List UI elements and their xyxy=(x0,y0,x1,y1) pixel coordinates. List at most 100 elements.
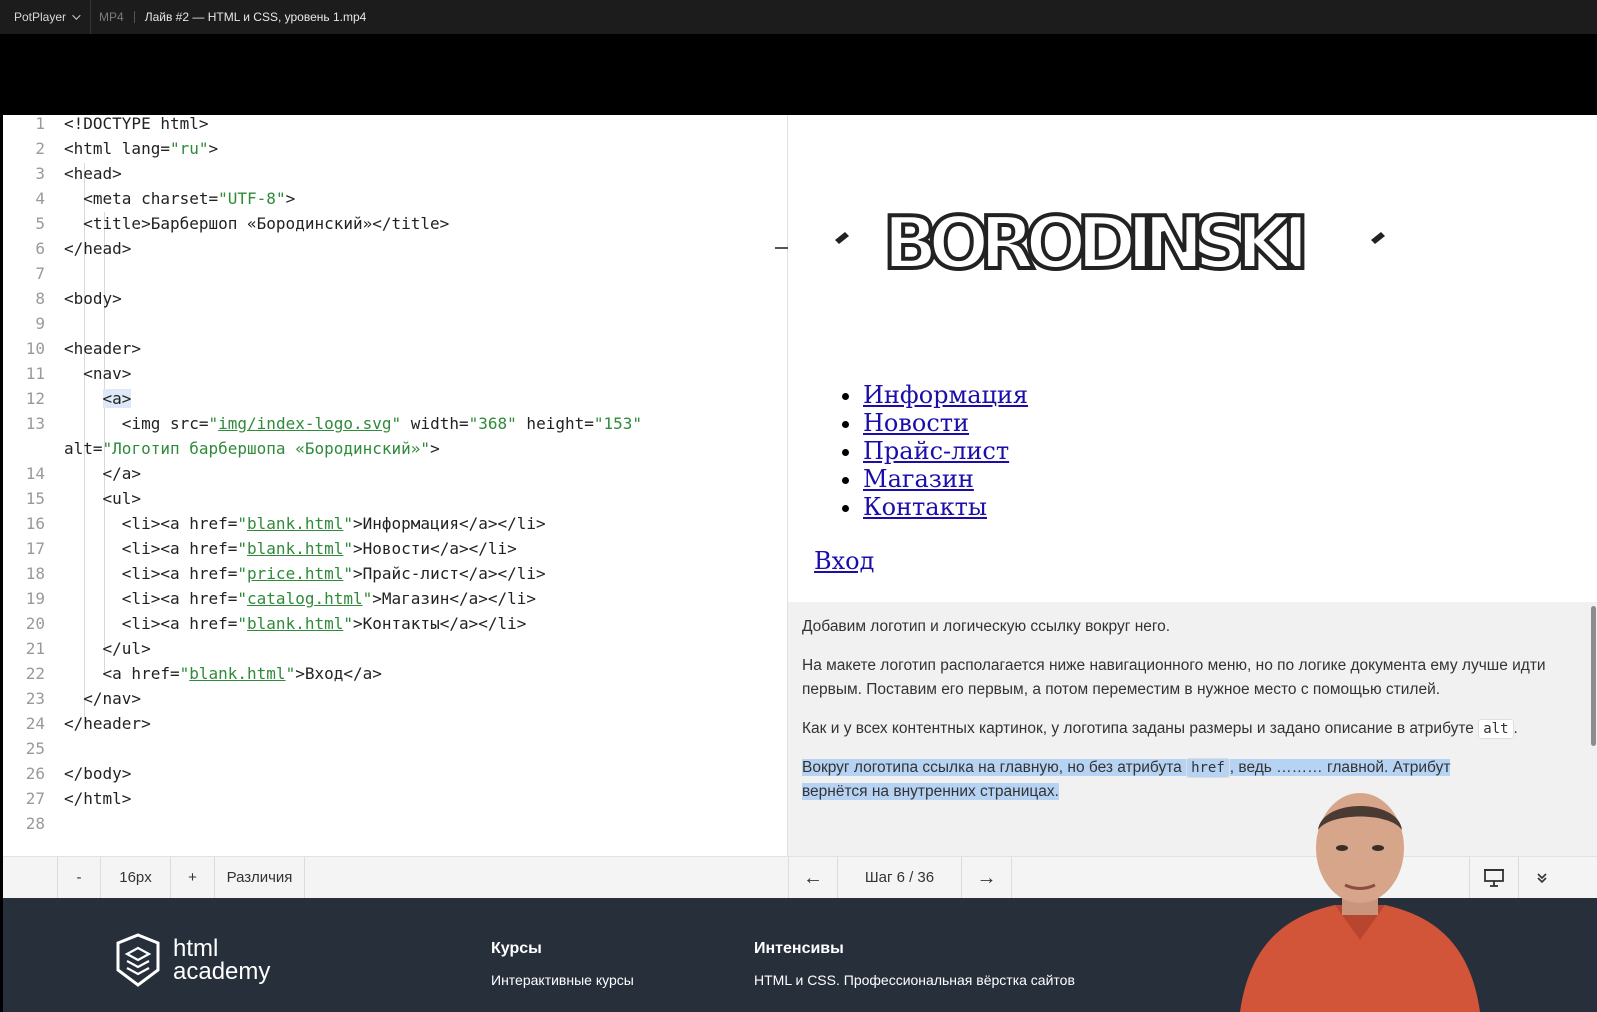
logo-line: html xyxy=(173,935,219,962)
line-number: 11 xyxy=(25,364,45,383)
next-step-button[interactable]: → xyxy=(962,857,1012,899)
instruction-text: На макете логотип располагается ниже нав… xyxy=(802,657,1546,698)
instructions-scrollbar[interactable] xyxy=(1591,606,1596,746)
prev-step-button[interactable]: ← xyxy=(788,857,838,899)
code-text: </nav> xyxy=(64,689,142,708)
footer-heading: Курсы xyxy=(491,940,542,957)
code-text: <body> xyxy=(64,289,122,308)
chevron-down-icon xyxy=(72,11,81,20)
instruction-text: Как и у всех контентных картинок, у лого… xyxy=(802,717,1552,741)
line-number: 18 xyxy=(25,564,45,583)
presenter-webcam-image xyxy=(1240,793,1480,1012)
line-number: 7 xyxy=(35,264,45,283)
font-increase-button[interactable]: + xyxy=(171,857,215,899)
code-chip-alt: alt xyxy=(1478,719,1514,739)
code-text: </html> xyxy=(64,789,132,808)
code-text: <a href="blank.html">Вход</a> xyxy=(64,664,382,683)
line-number: 14 xyxy=(25,464,45,483)
app-name: PotPlayer xyxy=(14,10,67,24)
code-text: <title>Барбершоп «Бородинский»</title> xyxy=(64,214,450,233)
step-counter: Шаг 6 / 36 xyxy=(838,857,962,899)
line-number: 20 xyxy=(25,614,45,633)
logo-lettering: BORODINSKI xyxy=(883,203,1323,283)
line-number: 21 xyxy=(25,639,45,658)
line-number: 4 xyxy=(35,189,45,208)
login-link[interactable]: Вход xyxy=(814,547,874,575)
code-text: </header> xyxy=(64,714,151,733)
code-text: <li><a href="blank.html">Контакты</a></l… xyxy=(64,614,527,633)
line-number: 28 xyxy=(25,814,45,833)
preview-nav-list: Информация Новости Прайс-лист Магазин Ко… xyxy=(843,381,1028,521)
collapse-down-icon[interactable] xyxy=(1519,857,1565,899)
app-menu-button[interactable]: PotPlayer xyxy=(0,0,92,34)
code-text: </a> xyxy=(64,464,142,483)
line-number: 12 xyxy=(25,389,45,408)
code-text: <li><a href="price.html">Прайс-лист</a><… xyxy=(64,564,546,583)
code-text: <header> xyxy=(64,339,142,358)
selected-fragment: вернётся на внутренних страницах. xyxy=(802,783,1059,800)
footer-courses-column: Курсы Интерактивные курсы xyxy=(491,940,634,988)
nav-link-news[interactable]: Новости xyxy=(863,409,969,437)
code-text: <li><a href="blank.html">Новости</a></li… xyxy=(64,539,517,558)
title-bar: PotPlayer MP4 Лайв #2 — HTML и CSS, уров… xyxy=(0,0,1597,34)
selected-fragment: главной. Атрибут xyxy=(1327,759,1451,776)
selected-fragment: Вокруг логотипа ссылка на главную, но бе… xyxy=(802,759,1182,776)
nav-link-price[interactable]: Прайс-лист xyxy=(863,437,1009,465)
instruction-fragment: . xyxy=(1513,720,1518,737)
selected-fragment: , ведь xyxy=(1229,759,1272,776)
line-number: 6 xyxy=(35,239,45,258)
code-editor[interactable]: 1 <!DOCTYPE html> 2 <html lang="ru"> 3 <head>… xyxy=(3,115,788,872)
logo-text: html academy xyxy=(173,935,271,985)
line-number: 23 xyxy=(25,689,45,708)
nav-link-contacts[interactable]: Контакты xyxy=(863,493,987,521)
footer-link[interactable]: Интерактивные курсы xyxy=(491,972,634,988)
code-text: <html lang="ru"> xyxy=(64,139,219,158)
instruction-text: Добавим логотип и логическую ссылку вокр… xyxy=(802,618,1171,635)
line-number: 8 xyxy=(35,289,45,308)
code-text: </head> xyxy=(64,239,132,258)
code-text: <img src="img/index-logo.svg" width="368… xyxy=(64,414,643,433)
line-number: 1 xyxy=(35,115,45,133)
line-number: 24 xyxy=(25,714,45,733)
footer-link[interactable]: HTML и CSS. Профессиональная вёрстка сай… xyxy=(754,972,1075,988)
code-text: </body> xyxy=(64,764,132,783)
code-text: <ul> xyxy=(64,489,142,508)
line-number: 15 xyxy=(25,489,45,508)
line-number: 22 xyxy=(25,664,45,683)
font-size-value: 16px xyxy=(101,857,171,899)
footer-heading: Интенсивы xyxy=(754,940,844,957)
nav-item: Информация xyxy=(863,381,1028,409)
diff-button[interactable]: Различия xyxy=(215,857,305,899)
borodinski-logo: BORODINSKI xyxy=(835,203,1385,283)
code-text: <a> xyxy=(102,389,132,408)
code-text: <li><a href="blank.html">Информация</a><… xyxy=(64,514,546,533)
line-number: 3 xyxy=(35,164,45,183)
divider xyxy=(133,11,135,23)
nav-link-shop[interactable]: Магазин xyxy=(863,465,974,493)
line-number: 16 xyxy=(25,514,45,533)
line-number: 27 xyxy=(25,789,45,808)
line-number: 5 xyxy=(35,214,45,233)
preview-pane: BORODINSKI Информация Новости Прайс-лист… xyxy=(803,115,1597,602)
file-name: Лайв #2 — HTML и CSS, уровень 1.mp4 xyxy=(144,10,367,24)
academy-shield-icon xyxy=(116,933,160,987)
nav-item: Контакты xyxy=(863,493,1028,521)
nav-item: Магазин xyxy=(863,465,1028,493)
logo-line: academy xyxy=(173,958,271,985)
code-text: <nav> xyxy=(64,364,132,383)
instruction-fragment: Как и у всех контентных картинок, у лого… xyxy=(802,720,1474,737)
code-text: </ul> xyxy=(64,639,151,658)
line-number: 10 xyxy=(25,339,45,358)
htmlacademy-logo[interactable]: html academy xyxy=(115,932,270,988)
footer-intensives-column: Интенсивы HTML и CSS. Профессиональная в… xyxy=(754,940,1075,988)
nav-link-info[interactable]: Информация xyxy=(863,381,1028,409)
nav-item: Прайс-лист xyxy=(863,437,1028,465)
line-number: 13 xyxy=(25,414,45,433)
file-format: MP4 xyxy=(99,10,124,24)
code-chip-href: href xyxy=(1186,758,1230,778)
code-text: <li><a href="catalog.html">Магазин</a></… xyxy=(64,589,537,608)
line-number: 19 xyxy=(25,589,45,608)
code-text: alt="Логотип барбершопа «Бородинский»"> xyxy=(64,439,440,458)
font-decrease-button[interactable]: - xyxy=(57,857,101,899)
splitter-handle[interactable] xyxy=(775,247,788,249)
